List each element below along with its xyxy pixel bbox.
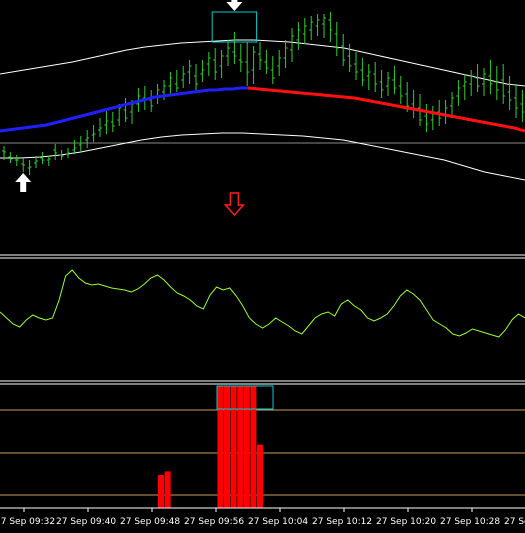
- x-tick-label: 27 Sep 10:28: [440, 517, 500, 527]
- histogram-bar: [224, 386, 230, 508]
- x-tick-label: 27 Sep 10:04: [248, 517, 308, 527]
- histogram-bar: [158, 475, 164, 508]
- x-axis: 27 Sep 09:32 27 Sep 09:40 27 Sep 09:48 2…: [0, 517, 525, 527]
- x-tick-label: 27 Sep 09:56: [184, 517, 244, 527]
- trading-chart: 27 Sep 09:32 27 Sep 09:40 27 Sep 09:48 2…: [0, 0, 525, 533]
- x-tick-label: 27 Sep 09:40: [56, 517, 116, 527]
- x-tick-label: 27 Sep 09:32: [0, 517, 55, 527]
- histogram-bar: [257, 444, 263, 508]
- histogram-bar: [230, 386, 237, 508]
- histogram-bar: [250, 386, 257, 508]
- x-tick-label: 27 Sep 10:20: [376, 517, 436, 527]
- histogram-bar: [237, 386, 244, 508]
- histogram-bar: [164, 471, 171, 508]
- x-tick-label: 27 Sep 09:48: [120, 517, 180, 527]
- x-tick-label: 27 Sep 10:12: [312, 517, 372, 527]
- x-tick-label: 27 Sep 10:36: [504, 517, 525, 527]
- histogram-bar: [243, 386, 250, 508]
- histogram-bar: [217, 386, 224, 508]
